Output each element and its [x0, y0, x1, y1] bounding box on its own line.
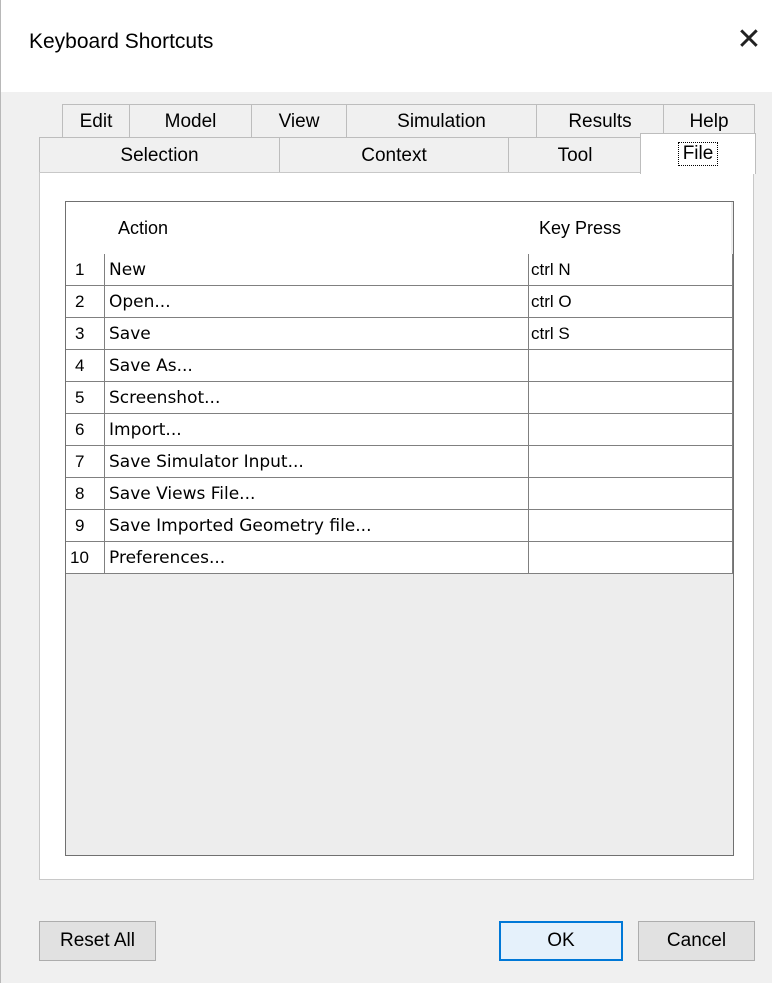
- reset-all-button[interactable]: Reset All: [39, 921, 156, 961]
- tab-label: Selection: [120, 144, 199, 166]
- key-press-cell[interactable]: [529, 542, 733, 574]
- action-cell[interactable]: Save Simulator Input...: [105, 446, 529, 478]
- row-number: 8: [66, 478, 105, 510]
- action-cell[interactable]: Open...: [105, 286, 529, 318]
- row-number: 1: [66, 254, 105, 286]
- tab-edit[interactable]: Edit: [62, 104, 130, 138]
- tab-label: Tool: [557, 144, 593, 166]
- action-cell[interactable]: Screenshot...: [105, 382, 529, 414]
- column-header-key-press[interactable]: Key Press: [529, 202, 731, 254]
- table-row[interactable]: 3 Save ctrl S: [66, 318, 733, 350]
- table-row[interactable]: 9 Save Imported Geometry file...: [66, 510, 733, 542]
- dialog-title: Keyboard Shortcuts: [29, 30, 214, 53]
- close-icon[interactable]: ✕: [731, 22, 767, 58]
- table-row[interactable]: 2 Open... ctrl O: [66, 286, 733, 318]
- action-cell[interactable]: Save Views File...: [105, 478, 529, 510]
- table-row[interactable]: 7 Save Simulator Input...: [66, 446, 733, 478]
- key-press-cell[interactable]: [529, 414, 733, 446]
- action-cell[interactable]: Save Imported Geometry file...: [105, 510, 529, 542]
- action-cell[interactable]: Save: [105, 318, 529, 350]
- key-press-cell[interactable]: ctrl O: [529, 286, 733, 318]
- action-cell[interactable]: Preferences...: [105, 542, 529, 574]
- tab-label: File: [677, 142, 719, 166]
- tab-label: View: [278, 110, 320, 132]
- row-number: 4: [66, 350, 105, 382]
- row-number: 3: [66, 318, 105, 350]
- row-number: 7: [66, 446, 105, 478]
- tab-model[interactable]: Model: [129, 104, 252, 138]
- tab-file[interactable]: File: [640, 133, 756, 174]
- key-press-cell[interactable]: ctrl N: [529, 254, 733, 286]
- tab-view[interactable]: View: [251, 104, 347, 138]
- table-row[interactable]: 5 Screenshot...: [66, 382, 733, 414]
- row-number: 10: [66, 542, 105, 574]
- key-press-cell[interactable]: [529, 478, 733, 510]
- tab-simulation[interactable]: Simulation: [346, 104, 537, 138]
- action-cell[interactable]: Save As...: [105, 350, 529, 382]
- key-press-cell[interactable]: [529, 382, 733, 414]
- tab-label: Simulation: [397, 110, 486, 132]
- key-press-cell[interactable]: [529, 350, 733, 382]
- table-row[interactable]: 4 Save As...: [66, 350, 733, 382]
- table-row[interactable]: 10 Preferences...: [66, 542, 733, 574]
- row-number: 9: [66, 510, 105, 542]
- table-row[interactable]: 6 Import...: [66, 414, 733, 446]
- tab-context[interactable]: Context: [279, 137, 509, 173]
- row-number: 5: [66, 382, 105, 414]
- table-row[interactable]: 1 New ctrl N: [66, 254, 733, 286]
- tab-label: Context: [361, 144, 427, 166]
- tab-label: Model: [164, 110, 217, 132]
- tab-label: Edit: [79, 110, 113, 132]
- key-press-cell[interactable]: [529, 510, 733, 542]
- action-cell[interactable]: Import...: [105, 414, 529, 446]
- tab-tool[interactable]: Tool: [508, 137, 642, 173]
- shortcuts-table: Action Key Press 1 New ctrl N 2 Open... …: [65, 201, 734, 856]
- ok-button[interactable]: OK: [499, 921, 623, 961]
- table-row[interactable]: 8 Save Views File...: [66, 478, 733, 510]
- tab-label: Help: [689, 110, 729, 132]
- tab-label: Results: [568, 110, 632, 132]
- column-header-action[interactable]: Action: [105, 202, 565, 254]
- keyboard-shortcuts-dialog: Keyboard Shortcuts ✕ Edit Model View Sim…: [0, 0, 772, 983]
- row-number: 2: [66, 286, 105, 318]
- header-corner: [66, 202, 105, 254]
- key-press-cell[interactable]: ctrl S: [529, 318, 733, 350]
- title-bar: Keyboard Shortcuts ✕: [1, 0, 772, 92]
- row-number: 6: [66, 414, 105, 446]
- tab-selection[interactable]: Selection: [39, 137, 280, 173]
- cancel-button[interactable]: Cancel: [638, 921, 755, 961]
- key-press-cell[interactable]: [529, 446, 733, 478]
- action-cell[interactable]: New: [105, 254, 529, 286]
